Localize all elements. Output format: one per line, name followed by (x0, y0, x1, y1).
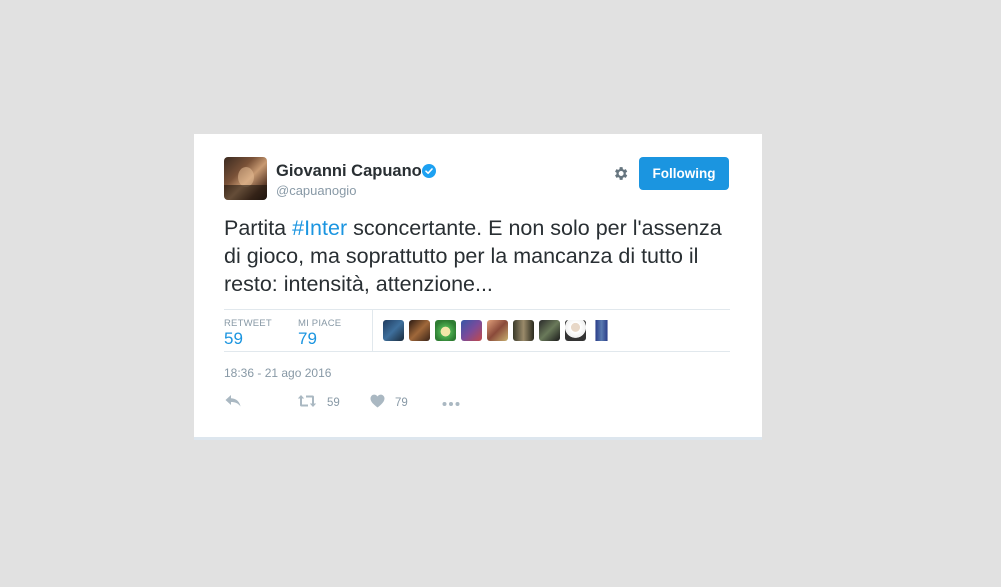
tweet-text-start: Partita (224, 216, 293, 240)
liker-avatar[interactable] (487, 320, 508, 341)
stats-divider-bottom (224, 351, 730, 352)
retweet-stat-label: RETWEET (224, 318, 272, 329)
stats-divider-top (224, 309, 730, 310)
like-button[interactable]: 79 (370, 394, 408, 412)
reply-icon (224, 394, 242, 413)
liker-avatar[interactable] (435, 320, 456, 341)
more-button[interactable] (442, 394, 460, 412)
tweet-card: Giovanni Capuano @capuanogio Following P… (194, 134, 762, 440)
gear-icon[interactable] (612, 165, 629, 182)
liker-avatar[interactable] (539, 320, 560, 341)
liker-avatar[interactable] (513, 320, 534, 341)
retweet-button[interactable]: 59 (297, 394, 340, 412)
reply-button[interactable] (224, 394, 242, 412)
heart-icon (370, 394, 385, 413)
like-action-count: 79 (395, 397, 408, 409)
liker-avatar[interactable] (461, 320, 482, 341)
verified-badge-icon (422, 164, 436, 178)
hashtag-link[interactable]: #Inter (292, 216, 347, 240)
author-name[interactable]: Giovanni Capuano (276, 162, 422, 181)
retweet-stat-count[interactable]: 59 (224, 329, 243, 349)
liker-avatar[interactable] (591, 320, 612, 341)
retweet-action-count: 59 (327, 397, 340, 409)
tweet-timestamp[interactable]: 18:36 - 21 ago 2016 (224, 366, 331, 380)
likes-stat-label: MI PIACE (298, 318, 342, 329)
liker-avatar[interactable] (409, 320, 430, 341)
author-avatar[interactable] (224, 157, 267, 200)
following-button[interactable]: Following (639, 157, 729, 190)
likes-stat-count[interactable]: 79 (298, 329, 317, 349)
stats-vertical-divider (372, 310, 373, 351)
tweet-text: Partita #Inter sconcertante. E non solo … (224, 214, 734, 298)
author-handle[interactable]: @capuanogio (276, 183, 356, 198)
liker-avatar[interactable] (565, 320, 586, 341)
more-dots-icon (442, 394, 460, 412)
retweet-icon (297, 394, 317, 413)
liker-avatar[interactable] (383, 320, 404, 341)
